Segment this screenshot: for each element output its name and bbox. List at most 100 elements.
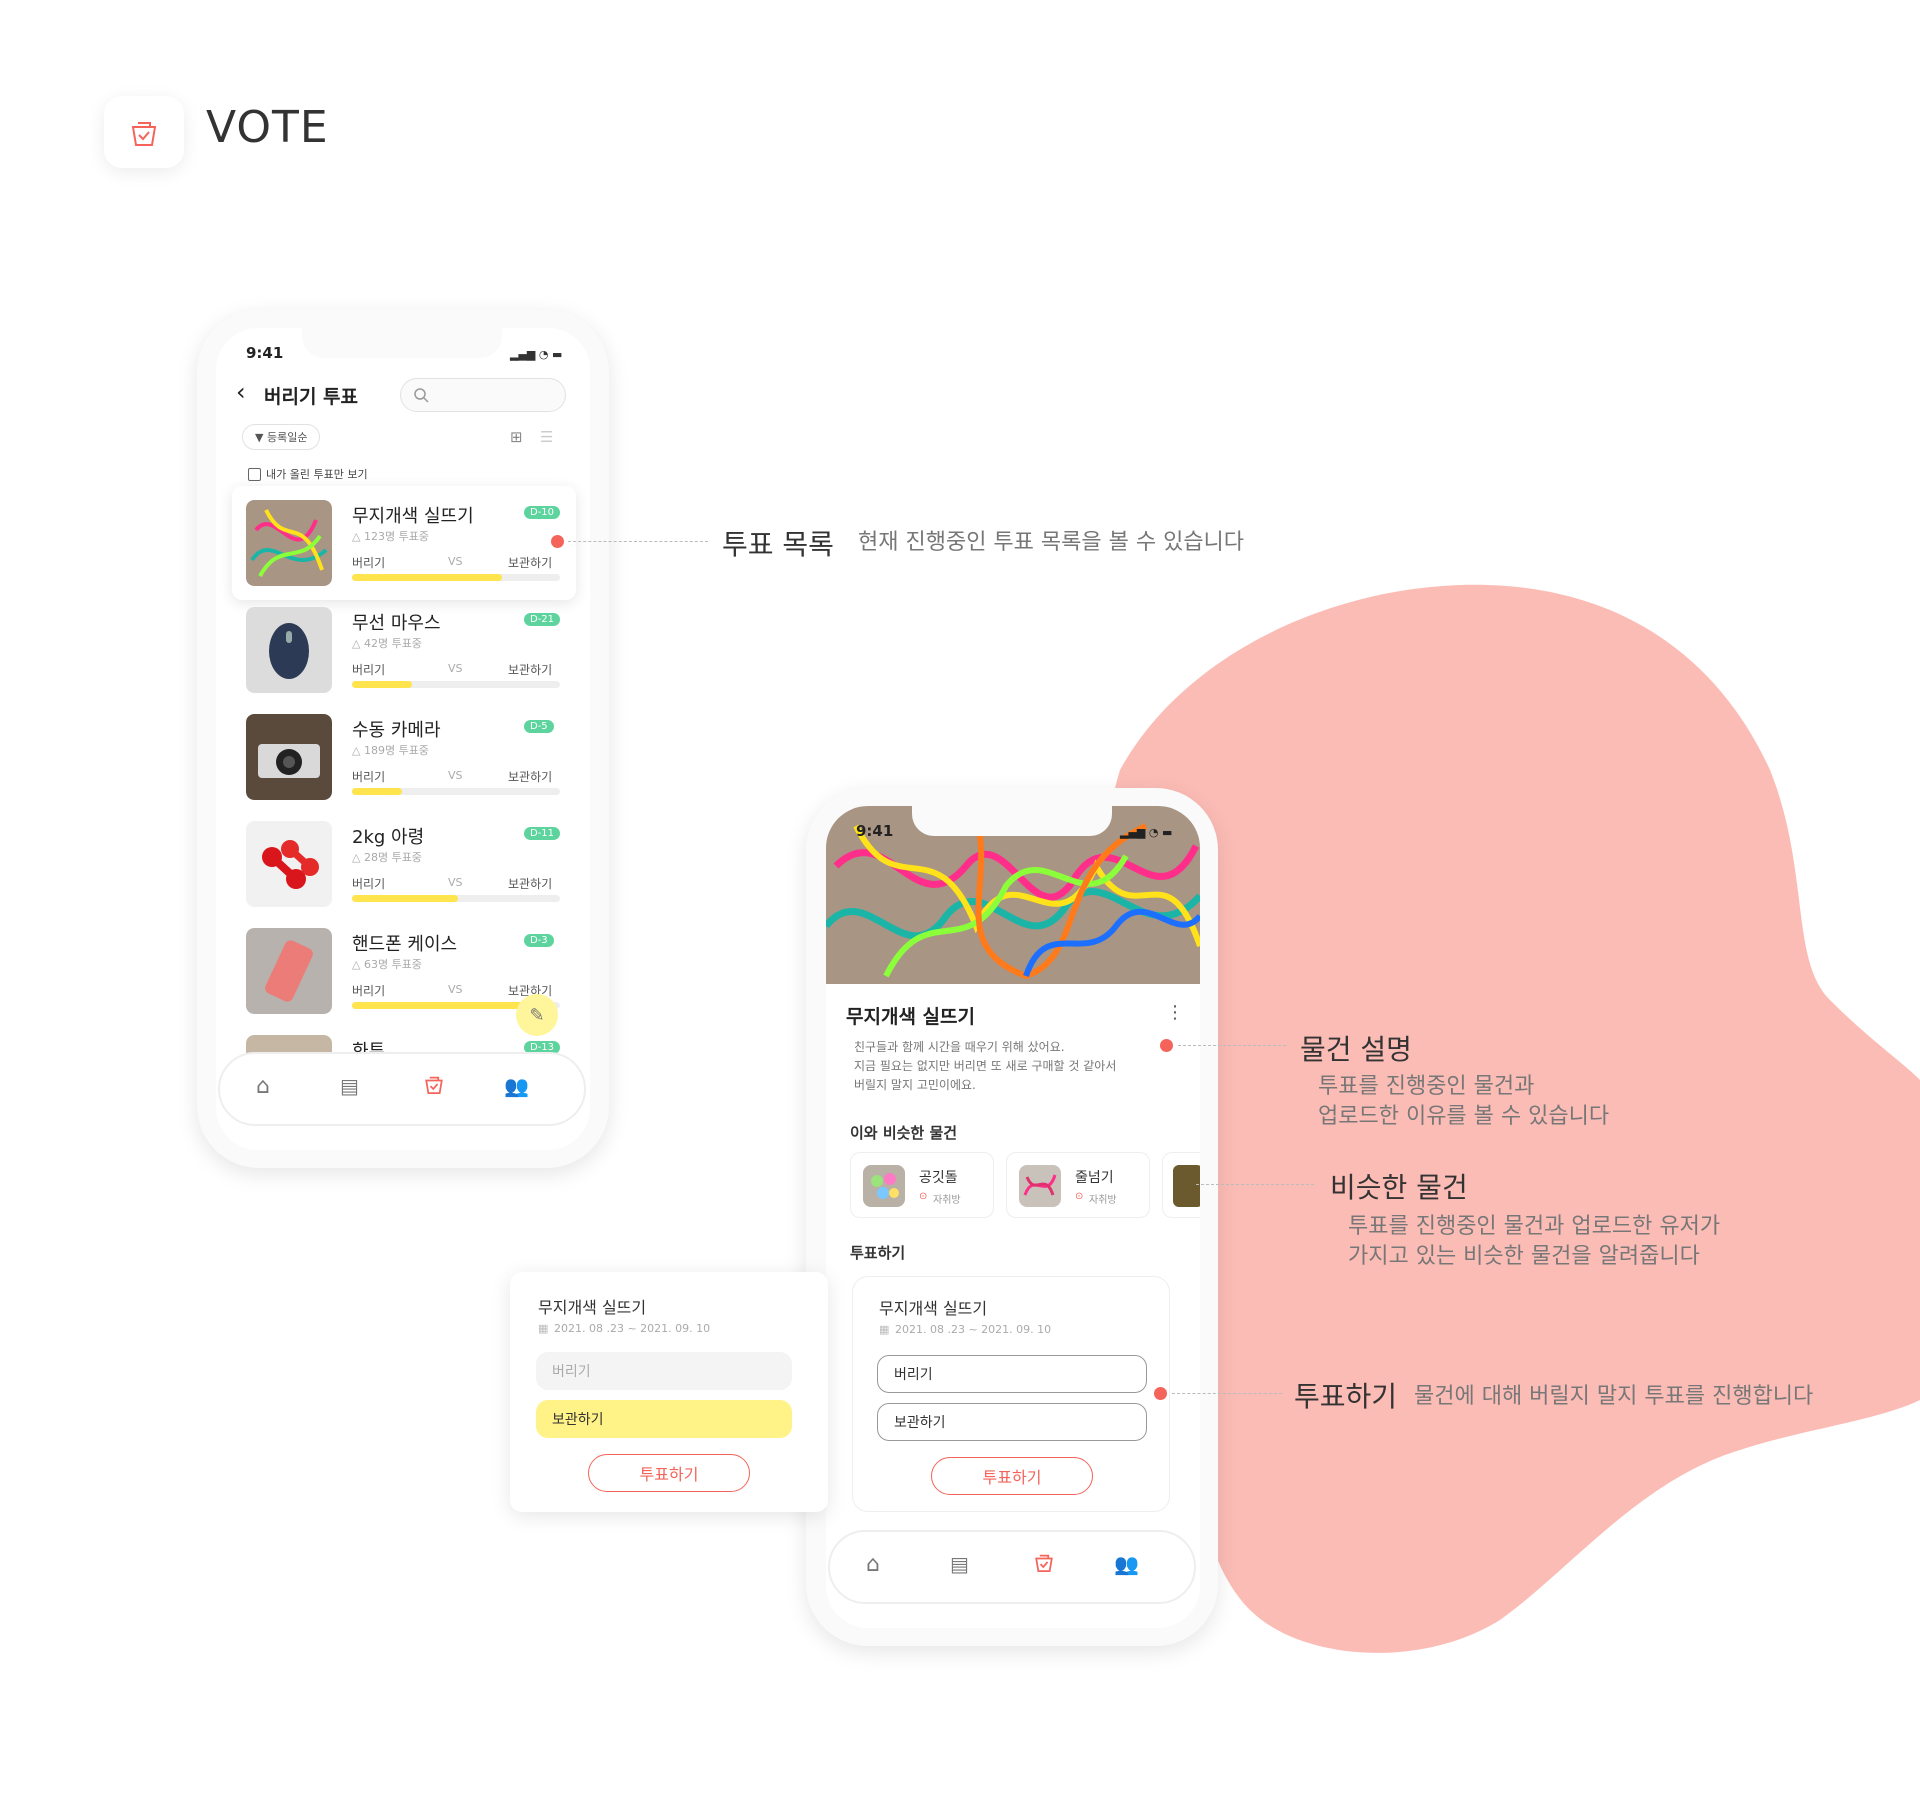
vote-option-keep[interactable]: 보관하기 bbox=[877, 1403, 1147, 1441]
storage-icon[interactable]: ▤ bbox=[340, 1074, 359, 1098]
dday-badge: D-11 bbox=[524, 827, 561, 840]
item-title[interactable]: 수동 카메라 bbox=[352, 716, 441, 742]
annotation-desc-line2: 업로드한 이유를 볼 수 있습니다 bbox=[1318, 1104, 1610, 1129]
popup-submit-button[interactable]: 투표하기 bbox=[588, 1454, 750, 1492]
floating-write-button[interactable]: ✎ bbox=[516, 994, 558, 1036]
search-icon bbox=[414, 388, 429, 403]
item-title[interactable]: 무선 마우스 bbox=[352, 609, 441, 635]
option-discard-label: 버리기 bbox=[352, 984, 386, 998]
vs-label: VS bbox=[448, 876, 463, 889]
annotation-desc-title: 물건 설명 bbox=[1300, 1033, 1412, 1066]
item-thumbnail[interactable] bbox=[246, 714, 332, 800]
vote-progress-fill bbox=[352, 895, 458, 902]
bottom-nav: ⌂ ▤ 👥 bbox=[218, 1052, 586, 1126]
page-title: VOTE bbox=[206, 102, 329, 153]
similar-name: 공깃돌 bbox=[919, 1170, 958, 1186]
popup-title: 무지개색 실뜨기 bbox=[538, 1298, 647, 1317]
write-icon: ✎ bbox=[529, 1004, 545, 1026]
vs-label: VS bbox=[448, 983, 463, 996]
vs-label: VS bbox=[448, 555, 463, 568]
status-time: 9:41 bbox=[856, 822, 894, 840]
item-title: 무지개색 실뜨기 bbox=[846, 1006, 975, 1028]
list-view-icon[interactable]: ☰ bbox=[540, 428, 553, 446]
annotation-line-similar bbox=[1196, 1184, 1314, 1185]
annotation-vote-desc: 물건에 대해 버릴지 말지 투표를 진행합니다 bbox=[1414, 1384, 1814, 1409]
vote-card-date: 2021. 08 .23 ~ 2021. 09. 10 bbox=[895, 1323, 1052, 1336]
sort-dropdown[interactable]: ▼ 등록일순 bbox=[242, 424, 321, 450]
list-screen: 9:41 ▂▄▆ ◔ ▬ ‹ 버리기 투표 ▼ 등록일순 ⊞ ☰ 내가 올린 투… bbox=[216, 328, 590, 1150]
similar-thumb bbox=[1173, 1165, 1200, 1207]
item-thumbnail[interactable] bbox=[246, 928, 332, 1014]
community-icon[interactable]: 👥 bbox=[504, 1074, 529, 1098]
similar-thumb bbox=[863, 1165, 905, 1207]
option-discard-label: 버리기 bbox=[352, 877, 386, 891]
back-icon[interactable]: ‹ bbox=[236, 378, 246, 406]
vote-submit-button[interactable]: 투표하기 bbox=[931, 1457, 1093, 1495]
more-icon[interactable]: ⋮ bbox=[1166, 1002, 1184, 1023]
similar-name: 줄넘기 bbox=[1075, 1170, 1114, 1186]
community-icon[interactable]: 👥 bbox=[1114, 1552, 1139, 1576]
annotation-dot-list bbox=[551, 535, 564, 548]
annotation-similar-line1: 투표를 진행중인 물건과 업로드한 유저가 bbox=[1348, 1214, 1721, 1239]
vs-label: VS bbox=[448, 769, 463, 782]
screen-title: 버리기 투표 bbox=[264, 386, 359, 408]
similar-location: 자취방 bbox=[1089, 1195, 1117, 1206]
annotation-line-vote bbox=[1172, 1393, 1282, 1394]
location-icon: ⊙ bbox=[1075, 1191, 1084, 1202]
vote-logo bbox=[104, 96, 184, 168]
item-title[interactable]: 무지개색 실뜨기 bbox=[352, 502, 474, 528]
status-icons: ▂▄▆ ◔ ▬ bbox=[510, 348, 563, 361]
dday-badge: D-21 bbox=[524, 613, 561, 626]
annotation-list-desc: 현재 진행중인 투표 목록을 볼 수 있습니다 bbox=[858, 530, 1245, 555]
annotation-dot-vote bbox=[1154, 1387, 1167, 1400]
popup-option-discard[interactable]: 버리기 bbox=[536, 1352, 792, 1390]
status-icons: ▂▄▆ ◔ ▬ bbox=[1120, 826, 1173, 839]
popup-option-keep[interactable]: 보관하기 bbox=[536, 1400, 792, 1438]
notch bbox=[912, 806, 1112, 836]
annotation-similar-line2: 가지고 있는 비슷한 물건을 알려줍니다 bbox=[1348, 1244, 1700, 1269]
similar-heading: 이와 비슷한 물건 bbox=[850, 1124, 958, 1142]
calendar-icon: ▦ bbox=[879, 1323, 890, 1336]
location-icon: ⊙ bbox=[919, 1191, 928, 1202]
dday-badge: D-5 bbox=[524, 720, 554, 733]
grid-view-icon[interactable]: ⊞ bbox=[510, 428, 523, 446]
annotation-vote-title: 투표하기 bbox=[1294, 1380, 1398, 1413]
home-icon[interactable]: ⌂ bbox=[866, 1552, 880, 1577]
item-title[interactable]: 2kg 아령 bbox=[352, 823, 424, 849]
similar-card-partial[interactable] bbox=[1162, 1152, 1200, 1218]
vote-icon[interactable] bbox=[422, 1072, 446, 1100]
option-keep-label: 보관하기 bbox=[508, 663, 553, 677]
search-input[interactable] bbox=[400, 378, 566, 412]
item-thumbnail[interactable] bbox=[246, 821, 332, 907]
annotation-line-list bbox=[568, 541, 708, 542]
voter-count: △ 28명 투표중 bbox=[352, 851, 422, 864]
similar-card[interactable]: 줄넘기 ⊙ 자취방 bbox=[1006, 1152, 1150, 1218]
item-title[interactable]: 핸드폰 케이스 bbox=[352, 930, 457, 956]
voter-count: △ 63명 투표중 bbox=[352, 958, 422, 971]
similar-card[interactable]: 공깃돌 ⊙ 자취방 bbox=[850, 1152, 994, 1218]
annotation-similar-title: 비슷한 물건 bbox=[1330, 1171, 1468, 1204]
similar-thumb bbox=[1019, 1165, 1061, 1207]
detail-screen: 9:41 ▂▄▆ ◔ ▬ 무지개색 실뜨기 ⋮ 친구들과 함께 시간을 때우기 … bbox=[826, 806, 1200, 1628]
voter-count: △ 42명 투표중 bbox=[352, 637, 422, 650]
my-votes-label: 내가 올린 투표만 보기 bbox=[266, 468, 368, 481]
voter-count: △ 189명 투표중 bbox=[352, 744, 429, 757]
option-keep-label: 보관하기 bbox=[508, 770, 553, 784]
vote-progress-fill bbox=[352, 1002, 535, 1009]
item-thumbnail[interactable] bbox=[246, 500, 332, 586]
vote-heading: 투표하기 bbox=[850, 1244, 906, 1262]
item-thumbnail[interactable] bbox=[246, 607, 332, 693]
status-time: 9:41 bbox=[246, 344, 284, 362]
home-icon[interactable]: ⌂ bbox=[256, 1074, 270, 1099]
option-discard-label: 버리기 bbox=[352, 770, 386, 784]
my-votes-checkbox[interactable] bbox=[248, 468, 261, 481]
vote-option-discard[interactable]: 버리기 bbox=[877, 1355, 1147, 1393]
vote-popup-card: 무지개색 실뜨기 ▦ 2021. 08 .23 ~ 2021. 09. 10 버… bbox=[510, 1272, 828, 1512]
vote-card: 무지개색 실뜨기 ▦ 2021. 08 .23 ~ 2021. 09. 10 버… bbox=[852, 1276, 1170, 1512]
annotation-dot-desc bbox=[1160, 1039, 1173, 1052]
storage-icon[interactable]: ▤ bbox=[950, 1552, 969, 1576]
popup-date: 2021. 08 .23 ~ 2021. 09. 10 bbox=[554, 1322, 711, 1335]
vote-card-title: 무지개색 실뜨기 bbox=[879, 1299, 988, 1318]
vote-icon[interactable] bbox=[1032, 1550, 1056, 1578]
option-discard-label: 버리기 bbox=[352, 556, 386, 570]
